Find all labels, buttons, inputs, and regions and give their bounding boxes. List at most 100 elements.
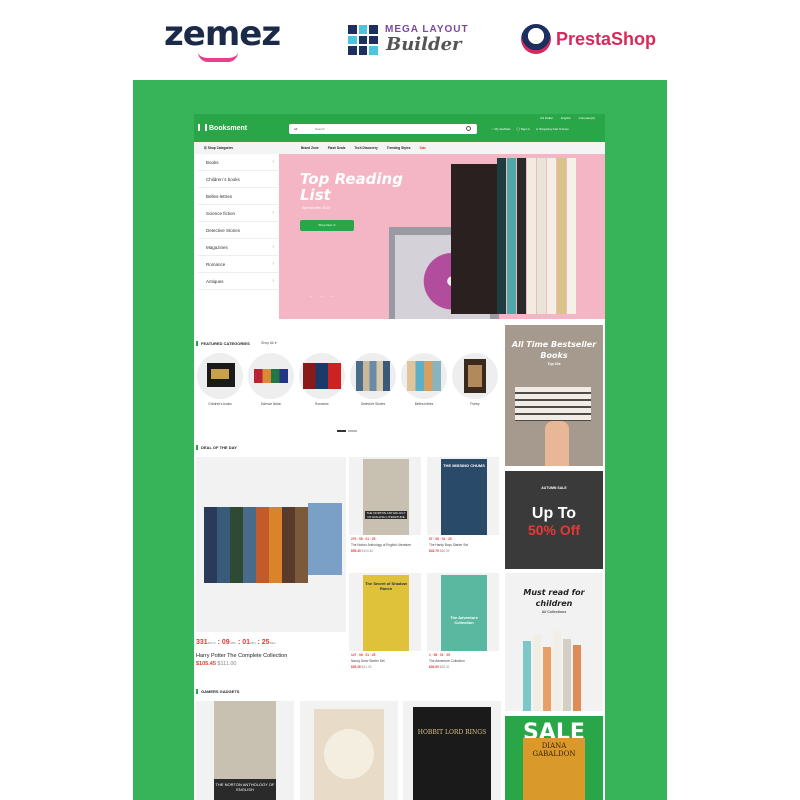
harry-potter-box-image	[204, 507, 308, 583]
category-sidebar: Books › Children`s books Belles-lettres S…	[198, 154, 278, 290]
nav-link-sale[interactable]: Sale	[420, 146, 427, 150]
promo-bestseller[interactable]: All Time Bestseller Books Top 10s	[505, 325, 603, 466]
nav-link-flash-deals[interactable]: Flash Deals	[328, 146, 346, 150]
promo-autumn-sale[interactable]: AUTUMN SALE Up To 50% Off	[505, 471, 603, 569]
deal-price: $105.45 $111.00	[196, 661, 237, 667]
gadget-cover-art	[324, 729, 374, 779]
cover-title: The Adventure Collection	[450, 615, 478, 625]
mini-old-price: $46.09	[439, 549, 450, 553]
category-poetry[interactable]: Poetry	[452, 353, 498, 406]
deal-product-name[interactable]: Harry Potter The Complete Collection	[196, 653, 287, 659]
nav-link-brand-zone[interactable]: Brand Zone	[301, 146, 319, 150]
cover-title: THE NORTON ANTHOLOGY OF ENGLISH LITERATU…	[365, 511, 407, 519]
gadget-item-hobbit[interactable]: HOBBIT LORD RINGS	[403, 701, 501, 800]
must-read-title: Must read for children	[523, 588, 585, 608]
gadget-item-boxset[interactable]	[300, 701, 398, 800]
product-image: THE NORTON ANTHOLOGY OF ENGLISH LITERATU…	[349, 457, 421, 535]
brand[interactable]: Booksment	[198, 124, 247, 132]
bestseller-subtitle: Top 10s	[547, 362, 561, 366]
sidebar-item-detective-stories[interactable]: Detective Stories	[198, 222, 278, 239]
category-belles-lettres[interactable]: Belles-lettres	[401, 353, 447, 406]
sidebar-item-science-fiction[interactable]: Science fiction ›	[198, 205, 278, 222]
sidebar-item-magazines[interactable]: Magazines ›	[198, 239, 278, 256]
search-input[interactable]	[315, 125, 455, 133]
cover-title: The Secret of Shadow Ranch	[365, 581, 407, 591]
mega-layout-builder-icon	[348, 25, 378, 55]
nav-link-tech-discovery[interactable]: Tech Discovery	[354, 146, 377, 150]
wishlist-link[interactable]: ♡ My wishlists	[491, 127, 511, 131]
carousel-pager[interactable]	[337, 419, 359, 432]
sidebar-item-childrens-books[interactable]: Children`s books	[198, 171, 278, 188]
prestashop-penguin-icon	[521, 24, 551, 54]
chevron-right-icon: ›	[272, 261, 274, 267]
product-image: The Secret of Shadow Ranch	[349, 573, 421, 651]
deal-item-nancy-drew[interactable]: The Secret of Shadow Ranch 147 · 08 · 01…	[349, 573, 421, 688]
mini-price: $43.79 $46.09	[429, 549, 449, 553]
mini-product-name: The Hardy Boys Starter Set	[429, 543, 468, 547]
hand-image	[545, 421, 569, 466]
search-icon[interactable]	[466, 126, 471, 131]
category-image	[452, 353, 498, 399]
chevron-right-icon: ›	[272, 210, 274, 216]
category-romance[interactable]: Romance	[299, 353, 345, 406]
nav-links: Brand Zone Flash Deals Tech Discovery Tr…	[301, 146, 426, 150]
category-label: Poetry	[470, 402, 480, 406]
countdown-mins-label: MIN	[250, 641, 256, 645]
shop-all-link[interactable]: Shop All ▾	[261, 341, 277, 345]
category-science-fiction[interactable]: Science fiction	[248, 353, 294, 406]
language-selector[interactable]: English	[561, 116, 571, 120]
autumn-up-to: Up To	[531, 505, 577, 522]
countdown-hours-label: HRS	[229, 641, 237, 645]
deal-main-image[interactable]	[196, 457, 346, 632]
sidebar-item-belles-lettres[interactable]: Belles-lettres	[198, 188, 278, 205]
shop-categories-toggle[interactable]: ☰ Shop Categories	[204, 146, 233, 150]
sidebar-item-antiques[interactable]: Antiques ›	[198, 273, 278, 290]
bestseller-title: All Time Bestseller Books	[511, 340, 597, 360]
nav-link-trending-styles[interactable]: Trending Styles	[387, 146, 411, 150]
category-label: Science fiction	[260, 402, 282, 406]
sidebar-item-romance[interactable]: Romance ›	[198, 256, 278, 273]
mini-countdown: 1 · 08 · 01 · 25	[429, 653, 450, 657]
shop-categories-label: Shop Categories	[207, 146, 234, 150]
mini-price: $39.26 $41.33	[351, 665, 371, 669]
category-detective-stories[interactable]: Detective Stories	[350, 353, 396, 406]
gadget-item-norton[interactable]: THE NORTON ANTHOLOGY OF ENGLISH	[196, 701, 294, 800]
compare-link[interactable]: Compare(0)	[579, 116, 595, 120]
mini-countdown: 147 · 08 · 01 · 25	[351, 653, 376, 657]
countdown-secs: 25	[261, 639, 270, 646]
harry-potter-box-side	[308, 503, 342, 575]
shop-all-label: Shop All	[261, 341, 274, 345]
book-cover-shadow-ranch: The Secret of Shadow Ranch	[363, 575, 409, 651]
sidebar-item-label: Romance	[206, 262, 226, 267]
promo-sale[interactable]: SALE DIANA GABALDON	[505, 716, 603, 800]
search-category-select[interactable]: All	[294, 127, 297, 131]
site-header: Booksment US Dollar English Compare(0) A…	[194, 114, 605, 142]
deal-of-the-day-title: DEAL OF THE DAY	[196, 445, 237, 450]
signin-link[interactable]: ◯ Sign in	[517, 127, 530, 131]
deal-item-adventure[interactable]: The Adventure Collection 1 · 08 · 01 · 2…	[427, 573, 499, 688]
zemez-logo-smile	[198, 52, 238, 62]
hero-dark-book	[451, 164, 499, 314]
category-childrens-books[interactable]: Children's books	[197, 353, 243, 406]
category-image	[299, 353, 345, 399]
wishlist-label: My wishlists	[494, 127, 511, 131]
mini-price: $95.40 $100.40	[351, 549, 373, 553]
search-bar: All	[289, 124, 477, 134]
category-label: Detective Stories	[360, 402, 386, 406]
deal-item-norton[interactable]: THE NORTON ANTHOLOGY OF ENGLISH LITERATU…	[349, 457, 421, 572]
deal-item-hardy-boys[interactable]: THE MISSING CHUMS 97 · 08 · 01 · 25 The …	[427, 457, 499, 572]
promo-must-read[interactable]: Must read for children All Collections	[505, 573, 603, 711]
hero-pagination[interactable]: — — —	[310, 294, 336, 298]
currency-selector[interactable]: US Dollar	[540, 116, 553, 120]
hero-banner[interactable]: Top Reading List Special offer 2019 Shop…	[279, 154, 605, 319]
mini-old-price: $41.33	[361, 665, 372, 669]
cart-link[interactable]: ⊔ Shopping Cart 0 items	[536, 127, 569, 131]
sidebar-item-books[interactable]: Books ›	[198, 154, 278, 171]
shop-now-button[interactable]: Shop Now ➜	[300, 220, 354, 231]
mini-price: $26.90 $28.32	[429, 665, 449, 669]
sidebar-item-label: Books	[206, 160, 219, 165]
autumn-sale-label: AUTUMN SALE	[541, 486, 567, 490]
mini-countdown: 270 · 08 · 01 · 25	[351, 537, 376, 541]
countdown-secs-label: SEC	[269, 641, 276, 645]
must-read-subtitle: All Collections	[541, 610, 567, 614]
